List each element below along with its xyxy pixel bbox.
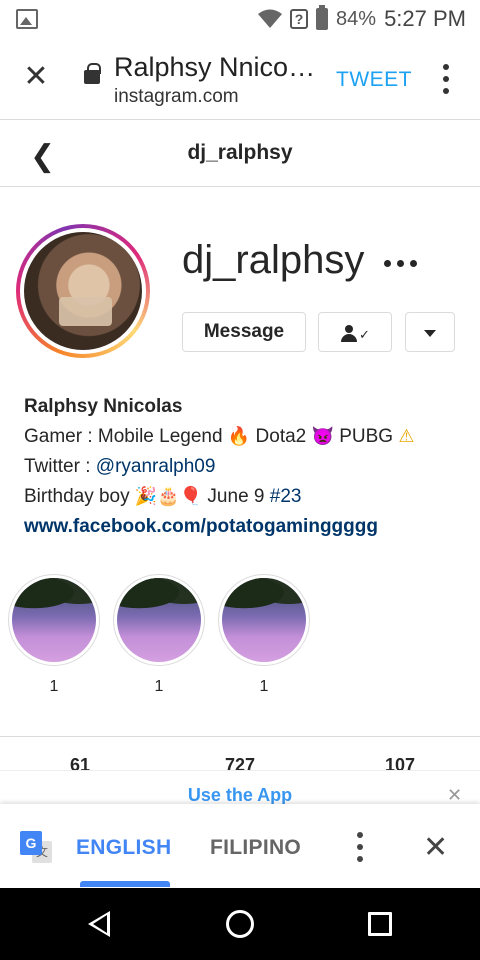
status-indicators: ? 84% 5:27 PM — [258, 5, 466, 32]
page-title: Ralphsy Nnico… — [114, 52, 316, 82]
selected-tab-indicator — [80, 881, 170, 887]
translate-bar: 文 G ENGLISH FILIPINO ✕ — [0, 804, 480, 888]
bio-line-twitter: Twitter : @ryanralph09 — [24, 456, 216, 477]
twitter-handle-link[interactable]: @ryanralph09 — [96, 456, 216, 477]
highlight-cover — [222, 578, 306, 662]
use-app-link[interactable]: Use the App — [0, 785, 480, 806]
website-link[interactable]: www.facebook.com/potatogaminggggg — [24, 516, 378, 537]
hashtag-link[interactable]: #23 — [270, 486, 302, 507]
page-domain: instagram.com — [114, 86, 239, 107]
warning-icon: ⚠ — [398, 426, 415, 447]
highlight-cover — [12, 578, 96, 662]
profile-username: dj_ralphsy — [182, 238, 365, 282]
header-username: dj_ralphsy — [187, 141, 293, 164]
message-button[interactable]: Message — [182, 312, 306, 352]
following-button[interactable]: ✓ — [318, 312, 392, 352]
suggestions-dropdown-button[interactable] — [405, 312, 455, 352]
google-translate-icon: 文 G — [20, 831, 52, 863]
caret-down-icon — [424, 330, 436, 337]
tab-filipino[interactable]: FILIPINO — [210, 836, 301, 860]
story-highlight[interactable]: 1 — [113, 574, 205, 696]
close-banner-icon[interactable]: ✕ — [447, 785, 462, 806]
bio-line-birthday: Birthday boy 🎉🎂🎈 June 9 #23 — [24, 482, 464, 512]
bio: Ralphsy Nnicolas Gamer : Mobile Legend 🔥… — [24, 392, 464, 542]
overflow-menu-icon[interactable] — [438, 64, 454, 94]
highlight-label: 1 — [49, 678, 59, 695]
avatar — [24, 232, 142, 350]
more-options-icon[interactable] — [384, 258, 420, 268]
use-app-banner: Use the App ✕ — [0, 770, 480, 806]
close-tab-icon[interactable]: ✕ — [20, 62, 52, 94]
highlight-cover — [117, 578, 201, 662]
check-icon: ✓ — [359, 327, 370, 342]
clock: 5:27 PM — [384, 6, 466, 31]
close-translate-icon[interactable]: ✕ — [423, 830, 448, 865]
ig-header: ❮ dj_ralphsy — [0, 121, 480, 187]
devil-icon: 👿 — [311, 426, 334, 447]
story-highlight[interactable]: 1 — [218, 574, 310, 696]
browser-toolbar: ✕ Ralphsy Nnico… instagram.com TWEET — [0, 38, 480, 120]
wifi-icon — [258, 9, 283, 28]
story-highlight[interactable]: 1 — [8, 574, 100, 696]
home-icon[interactable] — [226, 910, 254, 938]
back-icon[interactable] — [88, 911, 110, 937]
highlight-label: 1 — [154, 678, 164, 695]
avatar-story-ring[interactable] — [16, 224, 150, 358]
person-icon — [341, 325, 357, 342]
tweet-button[interactable]: TWEET — [336, 68, 412, 92]
no-sim-icon: ? — [290, 9, 309, 29]
bio-line-games: Gamer : Mobile Legend 🔥 Dota2 👿 PUBG ⚠ — [24, 422, 464, 452]
recent-apps-icon[interactable] — [368, 912, 392, 936]
battery-percent: 84% — [336, 7, 377, 30]
system-navigation-bar — [0, 888, 480, 960]
full-name: Ralphsy Nnicolas — [24, 396, 183, 417]
fire-icon: 🔥 — [227, 426, 251, 447]
translate-menu-icon[interactable] — [352, 832, 368, 862]
tab-english[interactable]: ENGLISH — [76, 836, 171, 860]
lock-icon[interactable] — [84, 63, 101, 84]
highlight-label: 1 — [259, 678, 269, 695]
status-bar: ? 84% 5:27 PM — [0, 0, 480, 38]
party-emoji-icon: 🎉🎂🎈 — [134, 486, 203, 507]
battery-icon — [316, 5, 329, 30]
image-notification-icon — [16, 9, 38, 29]
